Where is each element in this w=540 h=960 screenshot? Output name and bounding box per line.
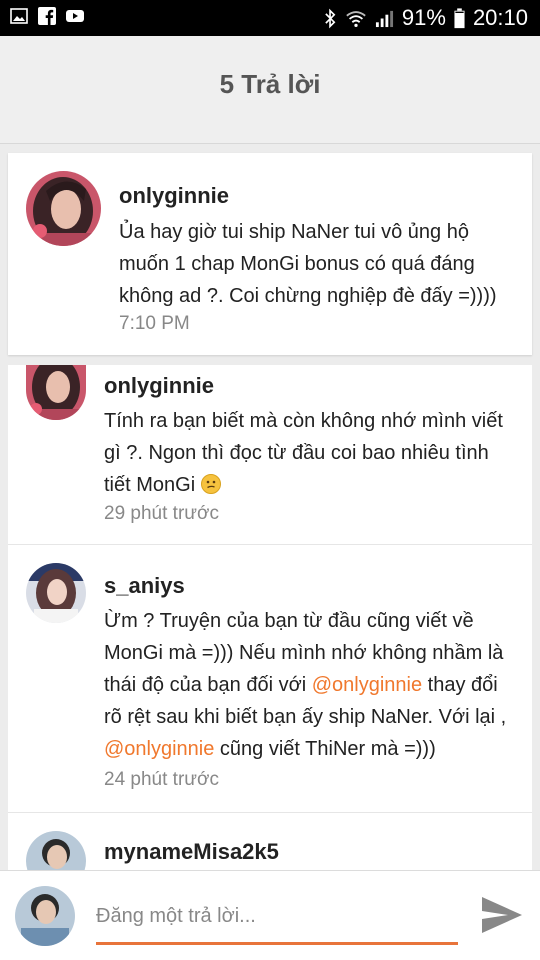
- reply-time: 29 phút trước: [104, 503, 219, 524]
- confused-face-icon: [200, 472, 221, 494]
- reply-username[interactable]: mynameMisa2k5: [104, 839, 279, 865]
- replies-container: onlyginnie Tính ra bạn biết mà còn không…: [8, 365, 532, 870]
- avatar[interactable]: [26, 171, 101, 246]
- wifi-icon: [345, 9, 367, 28]
- avatar[interactable]: [26, 831, 86, 870]
- mention-link[interactable]: @onlyginnie: [312, 674, 422, 696]
- status-bar: 91% 20:10: [0, 0, 540, 36]
- reply-username[interactable]: onlyginnie: [104, 373, 214, 399]
- bluetooth-icon: [324, 8, 337, 29]
- battery-percent: 91%: [401, 5, 446, 30]
- mention-link[interactable]: @onlyginnie: [104, 738, 214, 760]
- send-icon: [480, 897, 524, 939]
- replies-header: 5 Trả lời: [0, 36, 540, 144]
- comment-username[interactable]: onlyginnie: [119, 183, 229, 209]
- reply-username[interactable]: s_aniys: [104, 573, 185, 599]
- reply-time: 24 phút trước: [104, 769, 219, 790]
- avatar[interactable]: [26, 563, 86, 623]
- page-title: 5 Trả lời: [219, 69, 321, 99]
- status-right: 91% 20:10: [324, 0, 528, 36]
- image-icon: [10, 7, 28, 25]
- youtube-icon: [66, 7, 84, 25]
- battery-icon: [454, 7, 465, 29]
- avatar[interactable]: [26, 365, 86, 420]
- send-button[interactable]: [480, 895, 524, 935]
- reply-item: mynameMisa2k5: [8, 813, 532, 870]
- reply-input[interactable]: [96, 899, 458, 945]
- reply-list[interactable]: onlyginnie Ủa hay giờ tui ship NaNer tui…: [0, 144, 540, 870]
- reply-text: Tính ra bạn biết mà còn không nhớ mình v…: [104, 405, 518, 501]
- reply-text-content: Tính ra bạn biết mà còn không nhớ mình v…: [104, 410, 503, 496]
- reply-composer: [0, 870, 540, 960]
- comment-text: Ủa hay giờ tui ship NaNer tui vô ủng hộ …: [119, 221, 497, 307]
- signal-icon: [375, 9, 394, 28]
- status-left-icons: [10, 7, 84, 25]
- reply-text: Ừm ? Truyện của bạn từ đầu cũng viết về …: [104, 605, 518, 765]
- reply-text-part: cũng viết ThiNer mà =))): [214, 738, 436, 760]
- comment-time: 7:10 PM: [119, 313, 190, 334]
- facebook-icon: [38, 7, 56, 25]
- reply-item: s_aniys Ừm ? Truyện của bạn từ đầu cũng …: [8, 545, 532, 813]
- reply-item: onlyginnie Tính ra bạn biết mà còn không…: [8, 365, 532, 545]
- avatar[interactable]: [15, 886, 75, 946]
- clock: 20:10: [472, 5, 528, 30]
- main-comment: onlyginnie Ủa hay giờ tui ship NaNer tui…: [8, 153, 532, 355]
